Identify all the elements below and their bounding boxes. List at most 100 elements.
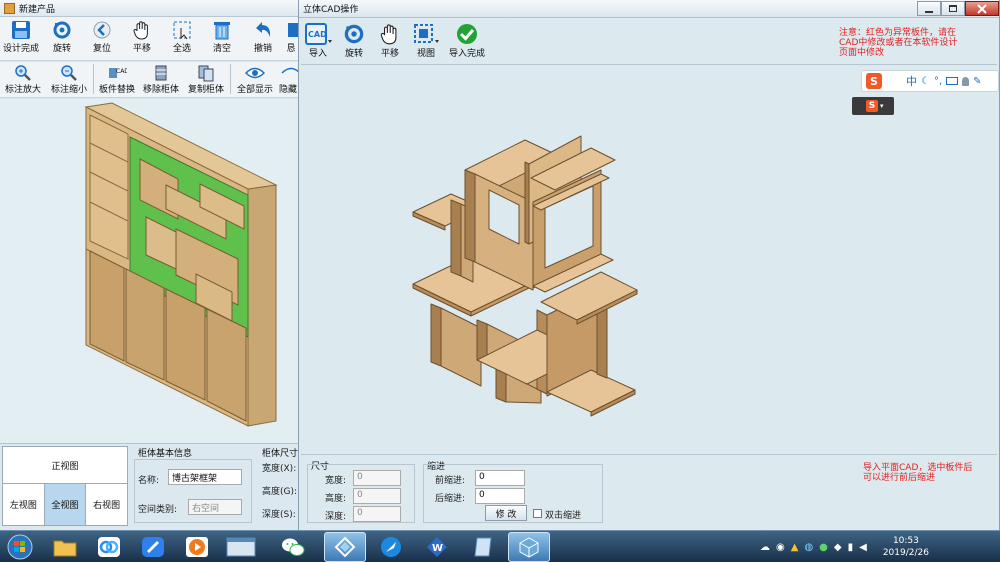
tray-cloud-icon[interactable]: ☁: [760, 542, 770, 553]
folder-icon: [53, 540, 77, 556]
close-button[interactable]: [965, 1, 999, 16]
import-hint: 导入平面CAD，选中板件后可以进行前后缩进: [863, 463, 973, 483]
cube-app-icon: [519, 536, 539, 558]
partial-icon: [288, 23, 298, 37]
space-category-field[interactable]: 右空间: [188, 499, 242, 515]
reset-button[interactable]: 复位: [82, 19, 122, 60]
cad-replace-icon: CAD: [109, 68, 127, 78]
left-view-button[interactable]: 左视图: [3, 484, 45, 525]
label-zoom-in-button[interactable]: 标注放大: [0, 64, 46, 97]
taskbar-app-window[interactable]: [220, 532, 262, 562]
wechat-icon: [282, 538, 305, 556]
maximize-button[interactable]: [941, 1, 965, 16]
taskbar-feather-app[interactable]: [370, 532, 412, 562]
cabinet-size-title: 柜体尺寸: [262, 449, 299, 459]
front-view-button[interactable]: 正视图: [3, 447, 127, 484]
tray-qq-icon[interactable]: ◉: [776, 542, 785, 553]
copy-cabinet-button[interactable]: 复制柜体: [183, 64, 229, 97]
name-label: 名称:: [138, 476, 160, 486]
cad-depth-field[interactable]: 0: [353, 506, 401, 522]
tray-network-icon[interactable]: ◍: [804, 542, 813, 553]
tray-warning-icon[interactable]: ▲: [791, 542, 799, 553]
svg-text:CAD: CAD: [116, 68, 127, 75]
document-app-icon: [474, 537, 492, 556]
left-window-title: 新建产品: [19, 4, 56, 15]
depth-s-label: 深度(S):: [262, 510, 296, 520]
undo-button[interactable]: 撤销: [242, 19, 284, 60]
rotate-icon: [344, 24, 364, 44]
select-all-button[interactable]: 全选: [162, 19, 202, 60]
minimize-button[interactable]: [917, 1, 941, 16]
view-button[interactable]: 视图: [409, 22, 443, 62]
restore-icon: [949, 5, 957, 12]
name-field[interactable]: 博古架框架: [168, 469, 242, 485]
baidu-netdisk-icon: [98, 536, 120, 557]
cabinet-3d-model: [84, 102, 278, 427]
copy-cabinet-icon: [198, 65, 214, 82]
taskbar-feishu[interactable]: [132, 532, 174, 562]
label-zoom-out-button[interactable]: 标注缩小: [46, 64, 92, 97]
panel-replace-button[interactable]: CAD 板件替换: [95, 64, 139, 97]
left-window-titlebar[interactable]: 新建产品: [0, 0, 300, 17]
show-all-button[interactable]: 全部显示: [232, 64, 278, 97]
rotate-icon: [53, 21, 71, 39]
cad-window-titlebar[interactable]: 立体CAD操作: [299, 0, 999, 18]
hide-icon: [281, 67, 298, 74]
tray-wechat-icon[interactable]: ●: [819, 542, 828, 553]
toolbar-overflow-button[interactable]: 恳: [284, 19, 298, 60]
zoom-in-icon: [15, 65, 31, 81]
tray-signal-icon[interactable]: ▮: [848, 542, 854, 553]
taskbar-document-app[interactable]: [462, 532, 504, 562]
clock[interactable]: 10:53 2019/2/26: [883, 535, 929, 559]
cad-width-field[interactable]: 0: [353, 470, 401, 486]
tray-volume-icon[interactable]: ◀: [859, 542, 867, 553]
clear-button[interactable]: 清空: [202, 19, 242, 60]
svg-text:W: W: [432, 543, 443, 554]
taskbar-media-player[interactable]: [176, 532, 218, 562]
diamond-app-icon: [334, 536, 356, 557]
import-button[interactable]: CAD 导入: [301, 22, 335, 62]
taskbar-cube-app[interactable]: [508, 531, 550, 562]
left-3d-viewport[interactable]: [0, 99, 300, 443]
right-view-button[interactable]: 右视图: [86, 484, 127, 525]
taskbar-baidu-netdisk[interactable]: [88, 532, 130, 562]
rotate-button[interactable]: 旋转: [42, 19, 82, 60]
taskbar-folder[interactable]: [44, 532, 86, 562]
double-click-indent-checkbox[interactable]: [533, 509, 542, 518]
taskbar-diamond-app[interactable]: [324, 531, 366, 562]
clock-time: 10:53: [892, 536, 919, 546]
left-toolbar-main: 设计完成 旋转 复位 平移 全选 清空 撤销 恳: [0, 17, 300, 61]
cad-import-icon: CAD: [305, 23, 332, 45]
tray-shield-icon[interactable]: ◆: [834, 542, 842, 553]
cad-3d-viewport[interactable]: [301, 66, 997, 454]
import-complete-button[interactable]: 导入完成: [445, 22, 489, 62]
taskbar-w-app[interactable]: W: [416, 532, 458, 562]
clock-date: 2019/2/26: [882, 548, 929, 558]
design-complete-button[interactable]: 设计完成: [0, 19, 42, 60]
minimize-icon: [925, 10, 933, 13]
pan-button[interactable]: 平移: [122, 19, 162, 60]
cad-height-field[interactable]: 0: [353, 488, 401, 504]
view-icon: [414, 24, 439, 43]
cad-toolbar: CAD 导入 旋转 平移 视图 导入完成: [301, 22, 501, 62]
all-view-button[interactable]: 全视图: [44, 484, 87, 525]
media-player-icon: [186, 536, 208, 557]
taskbar-wechat[interactable]: [272, 532, 314, 562]
svg-text:CAD: CAD: [308, 30, 327, 39]
cad-rotate-button[interactable]: 旋转: [337, 22, 371, 62]
start-button[interactable]: [0, 531, 40, 562]
check-icon: [457, 24, 477, 44]
back-indent-label: 后缩进:: [435, 494, 466, 504]
cad-width-label: 宽度:: [325, 476, 347, 486]
modify-button[interactable]: 修 改: [485, 505, 527, 521]
taskbar: W ☁ ◉ ▲ ◍ ● ◆ ▮ ◀ 10:53 2019/2/26: [0, 530, 1000, 562]
remove-cabinet-icon: [155, 65, 167, 81]
cad-pan-button[interactable]: 平移: [373, 22, 407, 62]
feishu-icon: [142, 536, 164, 557]
front-indent-field[interactable]: 0: [475, 470, 525, 486]
hide-button[interactable]: 隐藏: [278, 64, 298, 97]
remove-cabinet-button[interactable]: 移除柜体: [139, 64, 183, 97]
front-indent-label: 前缩进:: [435, 476, 466, 486]
back-indent-field[interactable]: 0: [475, 488, 525, 504]
cad-toolbar-divider: [301, 64, 997, 65]
